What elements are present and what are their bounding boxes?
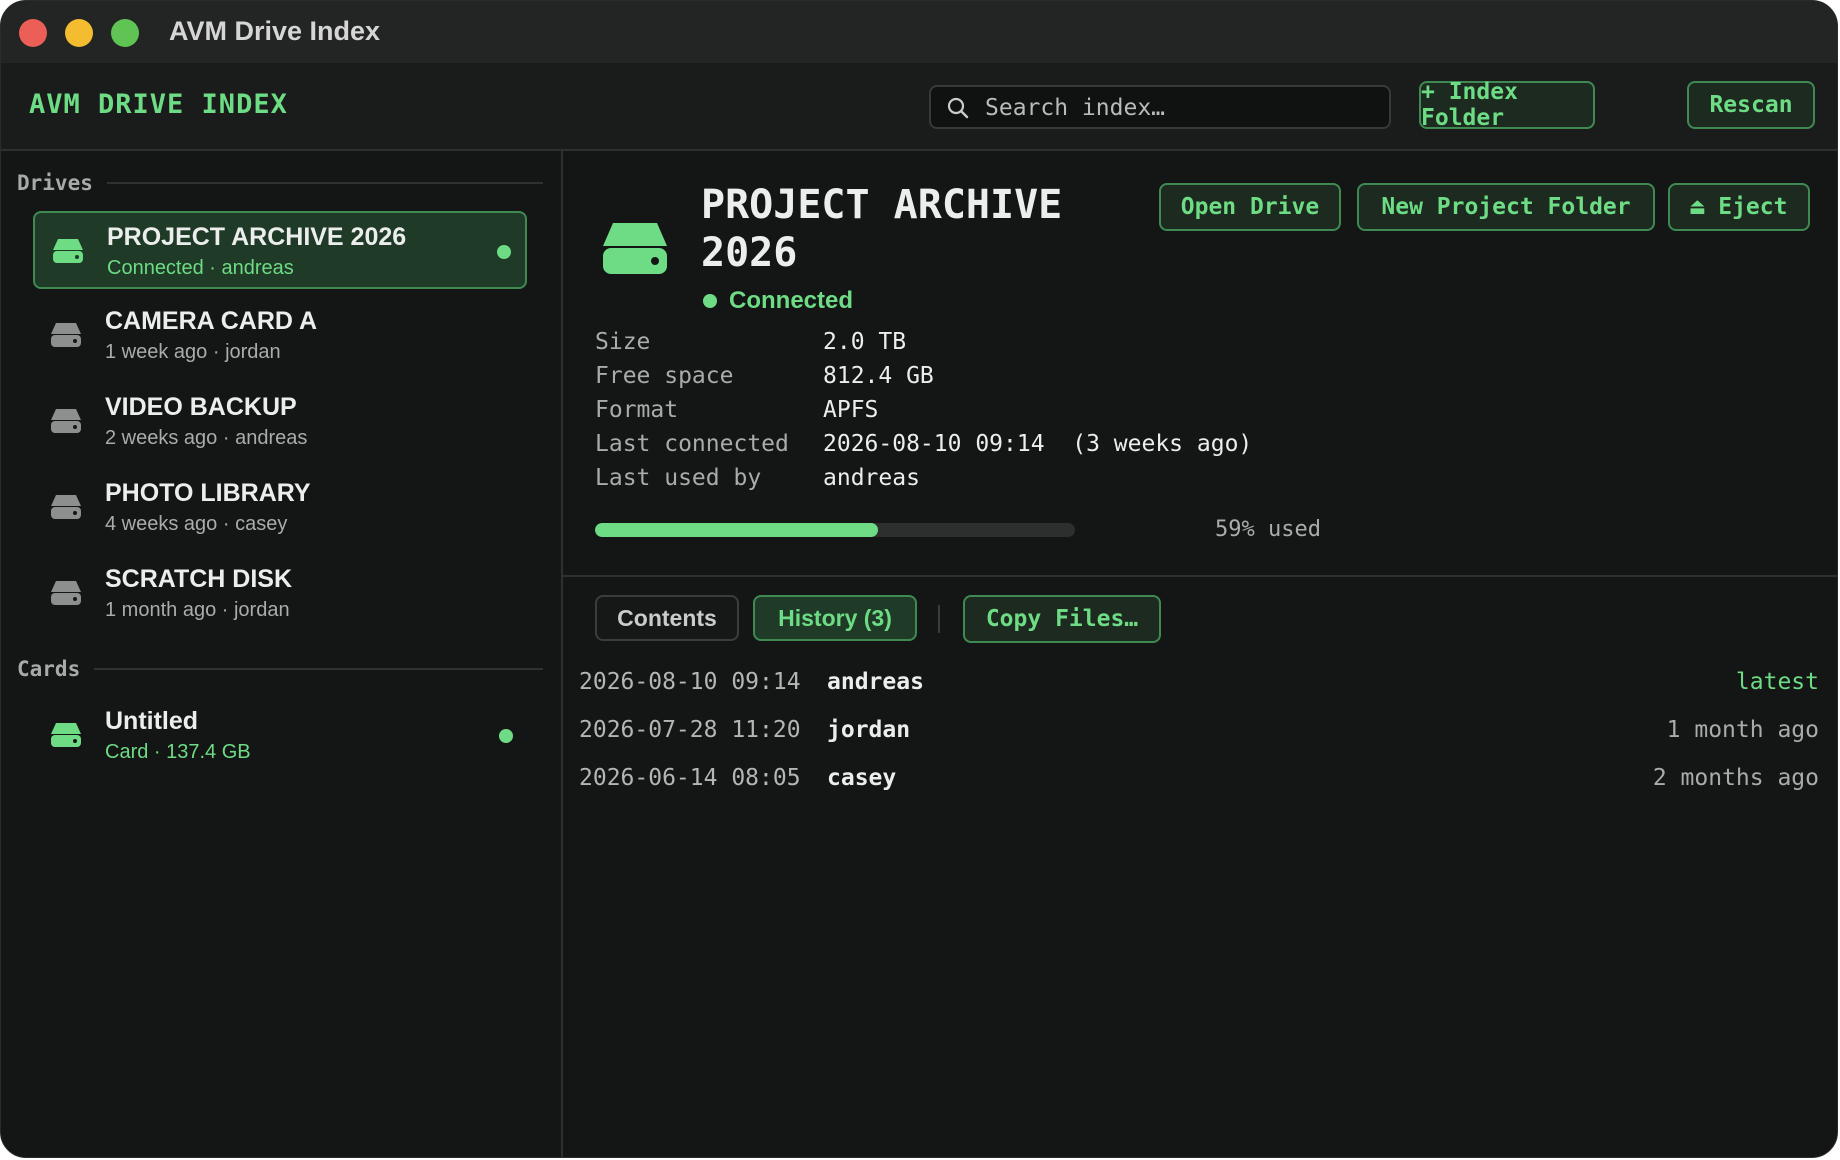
- property-value: 2026-08-10 09:14 (3 weeks ago): [823, 431, 1253, 457]
- usage-bar: [595, 523, 1075, 537]
- drive-detail-panel: PROJECT ARCHIVE 2026 Connected Open Driv…: [563, 151, 1837, 1157]
- tab-contents[interactable]: Contents: [595, 595, 739, 641]
- tab-separator: [938, 605, 940, 633]
- usage-bar-fill: [595, 523, 879, 537]
- search-box[interactable]: [929, 85, 1391, 129]
- drives-heading: Drives: [17, 171, 93, 195]
- toolbar: AVM DRIVE INDEX + Index Folder Rescan: [1, 63, 1837, 151]
- hard-drive-large-icon: [603, 223, 667, 274]
- tab-history[interactable]: History (3): [753, 595, 917, 641]
- history-row[interactable]: 2026-08-10 09:14 andreas latest: [579, 663, 1819, 703]
- history-row[interactable]: 2026-07-28 11:20 jordan 1 month ago: [579, 711, 1819, 751]
- drive-name: PROJECT ARCHIVE 2026: [107, 223, 407, 251]
- drive-subtitle: 1 week ago · jordan: [105, 341, 281, 363]
- hard-drive-icon: [53, 239, 83, 263]
- hard-drive-icon: [51, 581, 81, 605]
- connected-indicator: [499, 729, 513, 743]
- minimize-window-button[interactable]: [65, 19, 93, 47]
- drive-subtitle: 1 month ago · jordan: [105, 599, 290, 621]
- hard-drive-icon: [51, 323, 81, 347]
- sidebar: Drives PROJECT ARCHIVE 2026 Connected · …: [1, 151, 563, 1157]
- search-input[interactable]: [983, 91, 1377, 125]
- history-relative: latest: [1735, 669, 1819, 695]
- new-project-folder-button[interactable]: New Project Folder: [1357, 183, 1655, 231]
- history-user: jordan: [827, 717, 911, 743]
- history-relative: 1 month ago: [1666, 717, 1819, 743]
- drive-subtitle: Connected · andreas: [107, 257, 294, 279]
- sidebar-item-camera-card-a[interactable]: CAMERA CARD A 1 week ago · jordan: [33, 297, 527, 375]
- connected-indicator: [497, 245, 511, 259]
- property-row: Format APFS: [595, 397, 1252, 431]
- property-value: 2.0 TB: [823, 329, 907, 355]
- drives-section-header: Drives: [17, 171, 543, 195]
- property-key: Last used by: [595, 465, 762, 491]
- history-date: 2026-08-10 09:14: [579, 669, 801, 695]
- sidebar-item-scratch-disk[interactable]: SCRATCH DISK 1 month ago · jordan: [33, 555, 527, 633]
- section-divider: [94, 668, 543, 670]
- drive-subtitle: 2 weeks ago · andreas: [105, 427, 308, 449]
- card-name: Untitled: [105, 707, 199, 735]
- status-dot: [703, 294, 717, 308]
- cards-heading: Cards: [17, 657, 81, 681]
- history-row[interactable]: 2026-06-14 08:05 casey 2 months ago: [579, 759, 1819, 799]
- close-window-button[interactable]: [19, 19, 47, 47]
- window-title: AVM Drive Index: [169, 16, 381, 46]
- property-key: Last connected: [595, 431, 789, 457]
- sidebar-item-photo-library[interactable]: PHOTO LIBRARY 4 weeks ago · casey: [33, 469, 527, 547]
- status-text: Connected: [729, 287, 854, 314]
- drive-name: VIDEO BACKUP: [105, 393, 297, 421]
- search-icon: [947, 97, 969, 119]
- index-folder-button[interactable]: + Index Folder: [1419, 79, 1595, 131]
- connection-status: Connected: [701, 287, 853, 315]
- open-drive-button[interactable]: Open Drive: [1159, 183, 1341, 231]
- property-row: Size 2.0 TB: [595, 329, 1252, 363]
- property-key: Size: [595, 329, 651, 355]
- drive-subtitle: 4 weeks ago · casey: [105, 513, 288, 535]
- history-date: 2026-06-14 08:05: [579, 765, 801, 791]
- property-row: Free space 812.4 GB: [595, 363, 1252, 397]
- property-value: andreas: [823, 465, 920, 491]
- sidebar-item-untitled-card[interactable]: Untitled Card · 137.4 GB: [33, 697, 527, 775]
- card-drive-icon: [51, 723, 81, 747]
- property-row: Last used by andreas: [595, 465, 1252, 499]
- property-row: Last connected 2026-08-10 09:14 (3 weeks…: [595, 431, 1252, 465]
- drive-properties: Size 2.0 TB Free space 812.4 GB Format A…: [595, 329, 1252, 499]
- section-divider: [563, 575, 1837, 577]
- drive-title: PROJECT ARCHIVE 2026: [701, 182, 1063, 276]
- section-divider: [106, 182, 543, 184]
- history-date: 2026-07-28 11:20: [579, 717, 801, 743]
- history-relative: 2 months ago: [1652, 765, 1819, 791]
- sidebar-item-video-backup[interactable]: VIDEO BACKUP 2 weeks ago · andreas: [33, 383, 527, 461]
- usage-label: 59% used: [1215, 517, 1321, 542]
- history-user: andreas: [827, 669, 924, 695]
- property-key: Format: [595, 397, 679, 423]
- hard-drive-icon: [51, 409, 81, 433]
- zoom-window-button[interactable]: [111, 19, 139, 47]
- drive-name: CAMERA CARD A: [105, 307, 318, 335]
- property-value: APFS: [823, 397, 879, 423]
- card-subtitle: Card · 137.4 GB: [105, 741, 251, 763]
- property-value: 812.4 GB: [823, 363, 934, 389]
- title-bar: AVM Drive Index: [1, 1, 1837, 63]
- sidebar-item-project-archive-2026[interactable]: PROJECT ARCHIVE 2026 Connected · andreas: [33, 211, 527, 289]
- eject-button[interactable]: ⏏ Eject: [1668, 183, 1810, 231]
- copy-files-button[interactable]: Copy Files…: [963, 595, 1161, 643]
- app-name: AVM DRIVE INDEX: [29, 89, 288, 120]
- rescan-button[interactable]: Rescan: [1687, 81, 1815, 129]
- property-key: Free space: [595, 363, 734, 389]
- app-window: AVM Drive Index AVM DRIVE INDEX + Index …: [0, 0, 1838, 1158]
- drive-name: SCRATCH DISK: [105, 565, 293, 593]
- history-user: casey: [827, 765, 897, 791]
- drive-name: PHOTO LIBRARY: [105, 479, 311, 507]
- hard-drive-icon: [51, 495, 81, 519]
- cards-section-header: Cards: [17, 657, 543, 681]
